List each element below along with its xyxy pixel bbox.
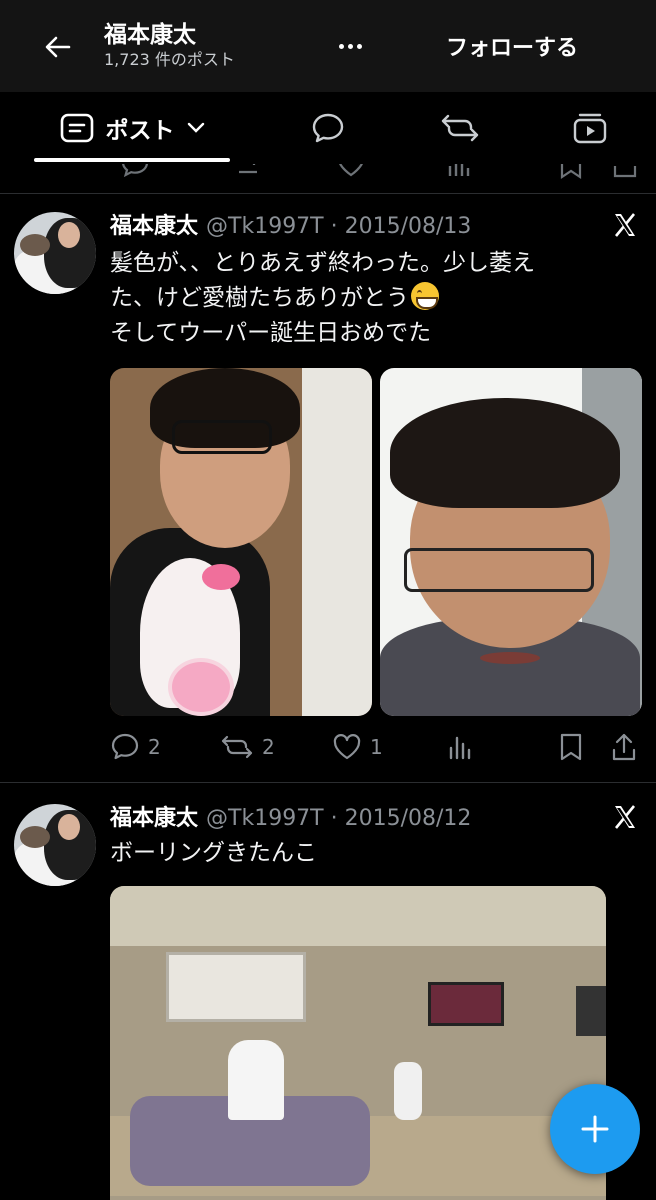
- posts-icon: [60, 113, 93, 143]
- bookmark-icon: [560, 164, 582, 180]
- x-logo-icon: [608, 208, 642, 242]
- share-icon: [612, 733, 636, 761]
- heart-icon: [333, 734, 361, 760]
- arrow-left-icon: [45, 36, 71, 58]
- more-options-button[interactable]: [330, 30, 370, 62]
- post-photo[interactable]: [380, 368, 642, 716]
- active-tab-indicator: [34, 158, 230, 162]
- bookmark-icon: [560, 733, 582, 761]
- chevron-down-icon: [187, 122, 204, 133]
- follow-button[interactable]: フォローする: [424, 24, 600, 68]
- post-photo[interactable]: [110, 886, 606, 1200]
- post-count: 1,723 件のポスト: [104, 50, 235, 69]
- reply-count: 2: [148, 735, 161, 759]
- avatar[interactable]: [14, 804, 96, 886]
- reply-button[interactable]: 2: [110, 730, 161, 764]
- header-title: 福本康太 1,723 件のポスト: [104, 20, 235, 70]
- reply-icon: [312, 113, 344, 143]
- views-button[interactable]: [446, 730, 474, 764]
- compose-button[interactable]: [550, 1084, 640, 1174]
- repost-icon: [441, 114, 479, 142]
- post-text-line: た、けど愛樹たちありがとう: [110, 285, 409, 311]
- tab-posts-label: ポスト: [105, 118, 175, 144]
- post-text: 髪色が、、とりあえず終わった。少し萎え た、けど愛樹たちありがとう そしてウーパ…: [110, 246, 640, 351]
- author-name[interactable]: 福本康太: [110, 208, 198, 240]
- divider: [0, 193, 656, 194]
- post-header: 福本康太 @Tk1997T · 2015/08/12: [110, 800, 471, 832]
- reply-icon: [111, 733, 139, 760]
- reply-icon: [122, 164, 148, 178]
- post-text: ボーリングきたんこ: [110, 836, 640, 871]
- plus-icon: [581, 1115, 609, 1143]
- post-photo[interactable]: [110, 368, 372, 716]
- dot-icon: [338, 43, 344, 49]
- media-icon: [573, 113, 607, 144]
- views-icon: [449, 736, 471, 760]
- bookmark-button[interactable]: [558, 730, 584, 764]
- post-actions: 2 2 1: [110, 730, 640, 764]
- handle-date: @Tk1997T · 2015/08/12: [206, 806, 472, 831]
- post-text-line: ボーリングきたんこ: [110, 840, 317, 866]
- repost-count: 2: [262, 735, 275, 759]
- repost-button[interactable]: 2: [220, 730, 275, 764]
- post-text-line: 髪色が、、とりあえず終わった。少し萎え: [110, 250, 536, 276]
- like-button[interactable]: 1: [332, 730, 383, 764]
- previous-post-actions: [0, 164, 656, 194]
- repost-icon: [239, 164, 257, 174]
- like-icon: [339, 164, 363, 177]
- grinning-face-emoji: [411, 282, 439, 310]
- share-button[interactable]: [610, 730, 638, 764]
- tab-media[interactable]: [562, 92, 618, 164]
- repost-icon: [221, 735, 253, 759]
- back-button[interactable]: [40, 30, 76, 64]
- like-count: 1: [370, 735, 383, 759]
- tab-posts[interactable]: ポスト: [34, 92, 230, 164]
- divider: [0, 782, 656, 783]
- dot-icon: [347, 43, 353, 49]
- x-logo-icon: [608, 800, 642, 834]
- dot-icon: [356, 43, 362, 49]
- profile-name: 福本康太: [104, 22, 196, 48]
- share-icon: [613, 166, 637, 178]
- post-text-line: そしてウーパー誕生日おめでた: [110, 320, 432, 346]
- tab-replies[interactable]: [300, 92, 356, 164]
- tab-reposts[interactable]: [432, 92, 488, 164]
- profile-tabs: ポスト: [0, 92, 656, 164]
- post-header: 福本康太 @Tk1997T · 2015/08/13: [110, 208, 471, 240]
- avatar[interactable]: [14, 212, 96, 294]
- profile-header: 福本康太 1,723 件のポスト フォローする: [0, 0, 656, 92]
- handle-date: @Tk1997T · 2015/08/13: [206, 214, 472, 239]
- views-icon: [448, 164, 470, 176]
- author-name[interactable]: 福本康太: [110, 800, 198, 832]
